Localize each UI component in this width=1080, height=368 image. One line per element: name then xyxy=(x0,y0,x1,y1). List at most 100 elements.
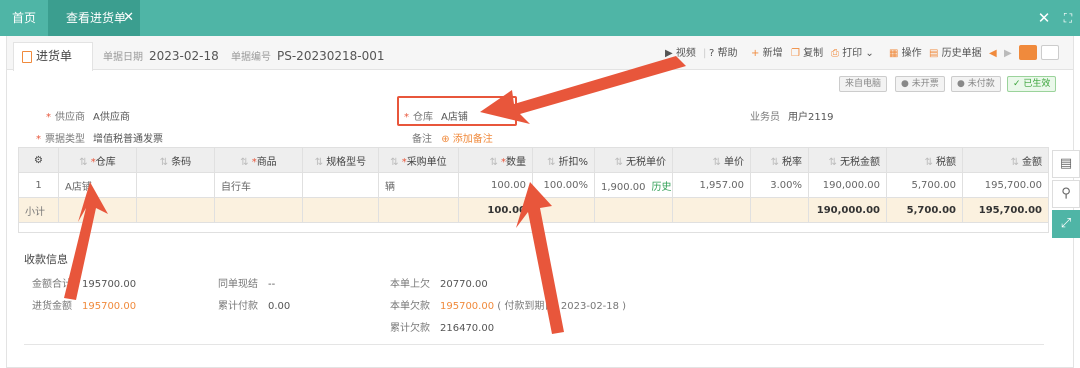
list-view-icon[interactable] xyxy=(1019,45,1037,60)
prev-debt: 本单上欠 20770.00 xyxy=(390,275,488,290)
supplier-field[interactable]: * 供应商 A供应商 xyxy=(46,108,130,123)
grid-icon: ▦ xyxy=(889,48,899,59)
notes-icon[interactable]: ▤ xyxy=(1052,150,1080,178)
subtotal-qty: 100.00 xyxy=(458,197,533,223)
debt-value: 195700.00 xyxy=(440,301,495,312)
invoice-type-label: 票据类型 xyxy=(45,134,85,145)
document-icon xyxy=(22,51,32,63)
col-spec[interactable]: ⇅ 规格型号 xyxy=(302,147,379,173)
total-value: 195700.00 xyxy=(82,279,137,290)
doc-date: 单据日期 2023-02-18 xyxy=(103,48,219,63)
col-tax-rate[interactable]: ⇅ 税率 xyxy=(750,147,809,173)
doc-tab-label: 进货单 xyxy=(36,49,73,63)
cell-net-price[interactable]: 1,900.00 历史 xyxy=(594,172,673,198)
total-amount: 金额合计 195700.00 xyxy=(32,275,136,290)
cell-amount: 195,700.00 xyxy=(962,172,1049,198)
history-button[interactable]: ▤ 历史单据 xyxy=(929,47,982,61)
close-icon[interactable]: ✕ xyxy=(1033,0,1055,36)
attachment-icon[interactable]: ⚲ xyxy=(1052,180,1080,208)
settings-gear-icon[interactable]: ⚙ xyxy=(18,147,59,173)
col-warehouse[interactable]: ⇅ *仓库 xyxy=(58,147,137,173)
prev-arrow-icon[interactable]: ◀ xyxy=(989,47,997,61)
copy-icon: ❐ xyxy=(791,48,800,59)
purchase-value: 195700.00 xyxy=(82,301,137,312)
top-tab-bar: 首页 查看进货单 ✕ ✕ ⛶ xyxy=(0,0,1080,36)
col-amount[interactable]: ⇅ 金额 xyxy=(962,147,1049,173)
col-net-amount[interactable]: ⇅ 无税金额 xyxy=(808,147,887,173)
total-debt-value: 216470.00 xyxy=(440,323,495,334)
history-label: 历史单据 xyxy=(941,48,982,59)
col-qty[interactable]: ⇅ *数量 xyxy=(458,147,533,173)
cell-warehouse[interactable]: A店铺 xyxy=(58,172,137,198)
invoice-badge[interactable]: ● 未开票 xyxy=(895,76,945,92)
total-label: 金额合计 xyxy=(32,279,72,290)
doc-type-tab[interactable]: 进货单 xyxy=(13,42,93,71)
cell-barcode[interactable] xyxy=(136,172,215,198)
add-button[interactable]: + 新增 xyxy=(751,47,783,61)
print-button[interactable]: ⎙ 打印 ⌄ xyxy=(831,47,874,61)
cell-unit[interactable]: 辆 xyxy=(378,172,459,198)
cell-qty[interactable]: 100.00 xyxy=(458,172,533,198)
payment-badge-label: 未付款 xyxy=(967,79,995,89)
salesman-label: 业务员 xyxy=(750,112,780,123)
cell-tax-rate[interactable]: 3.00% xyxy=(750,172,809,198)
paid-total: 累计付款 0.00 xyxy=(218,297,290,312)
same-settle: 同单现结 -- xyxy=(218,275,275,290)
source-badge: 来自电脑 xyxy=(839,76,888,92)
col-net-price[interactable]: ⇅ 无税单价 xyxy=(594,147,673,173)
fullscreen-icon[interactable]: ⛶ xyxy=(1056,0,1080,36)
highlight-box xyxy=(397,96,517,126)
doc-number-label: 单据编号 xyxy=(231,52,271,63)
expand-icon[interactable]: ⤢ xyxy=(1052,210,1080,238)
prev-debt-label: 本单上欠 xyxy=(390,279,430,290)
table-footer-row xyxy=(18,222,1049,233)
cell-tax: 5,700.00 xyxy=(886,172,963,198)
col-discount[interactable]: ⇅ 折扣% xyxy=(532,147,595,173)
card-view-icon[interactable] xyxy=(1041,45,1059,60)
subtotal-row: 小计 100.00 190,000.00 5,700.00 195,700.00 xyxy=(18,197,1049,223)
history-link[interactable]: 历史 xyxy=(652,182,672,193)
col-price[interactable]: ⇅ 单价 xyxy=(672,147,751,173)
debt-label: 本单欠款 xyxy=(390,301,430,312)
table-row[interactable]: 1 A店铺 自行车 辆 100.00 100.00% 1,900.00 历史 1,… xyxy=(18,172,1049,198)
help-label: 帮助 xyxy=(717,48,738,59)
col-tax[interactable]: ⇅ 税额 xyxy=(886,147,963,173)
remark-label: 备注 xyxy=(412,134,432,145)
cell-price[interactable]: 1,957.00 xyxy=(672,172,751,198)
doc-date-label: 单据日期 xyxy=(103,52,143,63)
cell-spec[interactable] xyxy=(302,172,379,198)
col-product[interactable]: ⇅ *商品 xyxy=(214,147,303,173)
cell-product[interactable]: 自行车 xyxy=(214,172,303,198)
print-label: 打印 xyxy=(842,48,863,59)
chevron-down-icon: ⌄ xyxy=(865,48,874,59)
table-header-row: ⚙ ⇅ *仓库 ⇅ 条码 ⇅ *商品 ⇅ 规格型号 ⇅ *采购单位 ⇅ *数量 ⇅ 折扣% ⇅… xyxy=(18,147,1049,173)
add-remark-button[interactable]: ⊕ 添加备注 xyxy=(441,134,493,145)
payment-badge[interactable]: ● 未付款 xyxy=(951,76,1001,92)
add-remark-label: 添加备注 xyxy=(452,134,493,145)
salesman-field[interactable]: 业务员 用户2119 xyxy=(750,108,833,123)
ops-button[interactable]: ▦ 操作 xyxy=(889,47,922,61)
tab-view-purchase-order[interactable]: 查看进货单 ✕ xyxy=(48,0,140,36)
printer-icon: ⎙ xyxy=(831,48,839,59)
plus-icon: + xyxy=(751,48,760,59)
copy-button[interactable]: ❐ 复制 xyxy=(791,47,823,61)
paid-value: 0.00 xyxy=(268,301,291,312)
video-button[interactable]: ▶ 视频 xyxy=(665,47,696,61)
purchase-label: 进货金额 xyxy=(32,301,72,312)
help-button[interactable]: ? 帮助 xyxy=(709,47,738,61)
divider xyxy=(24,344,1044,345)
total-debt-label: 累计欠款 xyxy=(390,323,430,334)
status-badge-label: 已生效 xyxy=(1023,79,1051,89)
subtotal-net-amount: 190,000.00 xyxy=(808,197,887,223)
cell-discount[interactable]: 100.00% xyxy=(532,172,595,198)
goods-table: ⚙ ⇅ *仓库 ⇅ 条码 ⇅ *商品 ⇅ 规格型号 ⇅ *采购单位 ⇅ *数量 ⇅ 折扣% ⇅… xyxy=(18,147,1049,233)
tab-home[interactable]: 首页 xyxy=(0,0,48,36)
col-barcode[interactable]: ⇅ 条码 xyxy=(136,147,215,173)
invoice-type-field[interactable]: * 票据类型 增值税普通发票 xyxy=(36,130,163,145)
next-arrow-icon[interactable]: ▶ xyxy=(1004,47,1012,61)
close-tab-icon[interactable]: ✕ xyxy=(123,0,134,36)
row-index: 1 xyxy=(18,172,59,198)
col-unit[interactable]: ⇅ *采购单位 xyxy=(378,147,459,173)
net-price-value: 1,900.00 xyxy=(601,181,646,193)
same-label: 同单现结 xyxy=(218,279,258,290)
